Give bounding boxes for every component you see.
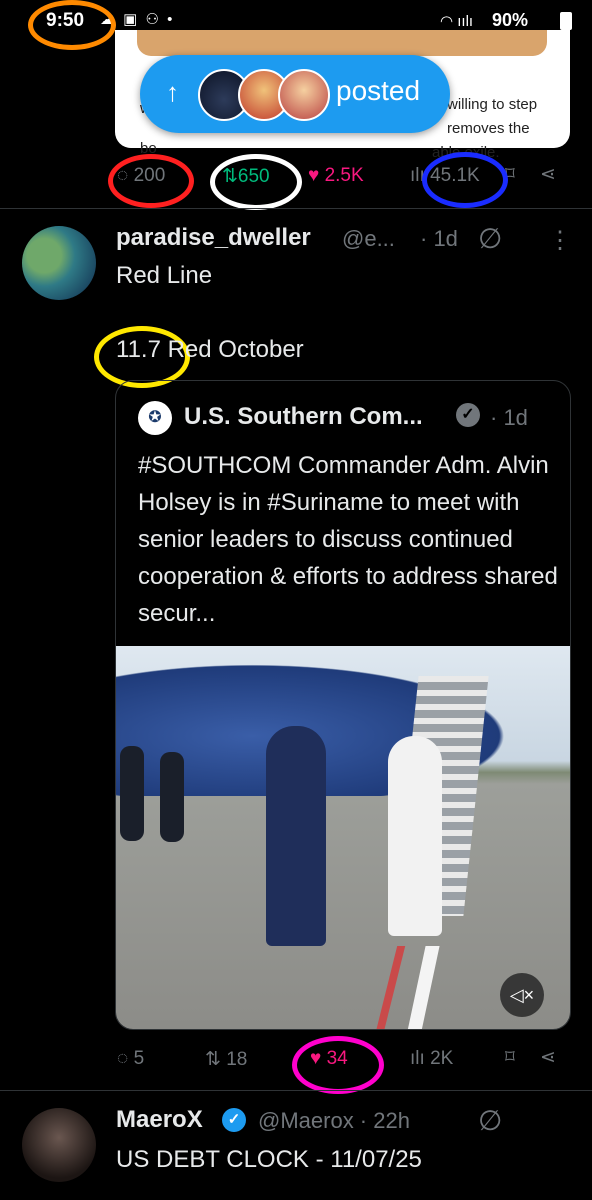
post-text: Red Line [116, 262, 213, 289]
author-name[interactable]: MaeroX [116, 1106, 203, 1134]
verified-badge-icon: ✓ [456, 403, 480, 427]
repost-button[interactable]: ⇅ 18 [205, 1048, 247, 1071]
quoted-post-text: #SOUTHCOM Commander Adm. Alvin Holsey is… [138, 452, 558, 627]
runway-line [374, 946, 406, 1029]
pill-label: posted [336, 75, 421, 106]
repost-count: 18 [226, 1049, 248, 1070]
share-icon[interactable]: ⋖ [540, 163, 556, 186]
arrow-up-icon: ↑ [166, 77, 179, 107]
airplane-fuselage [116, 646, 570, 796]
like-button[interactable]: ♥ 2.5K [308, 165, 364, 187]
divider [0, 1090, 592, 1091]
share-icon[interactable]: ⋖ [540, 1046, 556, 1069]
person-figure [266, 726, 326, 946]
new-posts-pill[interactable]: ↑ posted [140, 55, 450, 133]
previous-post-text: removes the [447, 120, 530, 137]
battery-icon [560, 12, 572, 30]
views-count: 2K [430, 1048, 454, 1069]
post-actions: ◌ 5 ⇅ 18 ♥ 34 ılı 2K ⌑ ⋖ [0, 1040, 592, 1085]
divider [0, 208, 592, 209]
person-figure [120, 746, 144, 841]
avatar[interactable] [22, 1108, 96, 1182]
wifi-signal-icon: ◠ ıılı [440, 13, 474, 30]
mute-icon[interactable]: ◁× [500, 973, 544, 1017]
author-name[interactable]: paradise_dweller [116, 224, 311, 252]
post-text: US DEBT CLOCK - 11/07/25 [116, 1146, 422, 1173]
quoted-post-video[interactable]: ◁× [116, 646, 570, 1029]
quoted-post-card[interactable]: ✪ U.S. Southern Com... ✓ · 1d #SOUTHCOM … [115, 380, 571, 1030]
annotation-circle-time [28, 0, 116, 50]
previous-post-text: willing to step [447, 96, 538, 113]
runway-line [406, 946, 440, 1029]
bookmark-icon[interactable]: ⌑ [505, 1046, 515, 1069]
verified-badge-icon: ✓ [222, 1108, 246, 1132]
post-text: 11.7 Red October [116, 336, 304, 363]
avatar [278, 69, 330, 121]
battery-percent: 90% [492, 10, 529, 30]
reply-count: 5 [133, 1048, 145, 1069]
grok-icon[interactable]: ∅ [478, 1104, 502, 1137]
reply-button[interactable]: ◌ 5 [117, 1048, 144, 1070]
like-button[interactable]: ♥ 34 [310, 1048, 348, 1070]
quoted-post-time: · 1d [490, 405, 528, 430]
views-button[interactable]: ılı 2K [410, 1048, 453, 1070]
author-handle[interactable]: @e... [342, 226, 395, 252]
person-figure [160, 752, 184, 842]
like-count: 2.5K [324, 165, 364, 186]
annotation-circle-views [422, 152, 508, 208]
author-handle[interactable]: @Maerox · 22h [258, 1108, 410, 1134]
person-figure [388, 736, 442, 936]
quoted-author-name: U.S. Southern Com... [184, 403, 423, 430]
annotation-circle-replies [108, 154, 194, 208]
more-options-icon[interactable]: ⋮ [548, 226, 572, 255]
avatar[interactable] [22, 226, 96, 300]
annotation-circle-reposts [210, 154, 302, 210]
post-time: · 1d [420, 226, 458, 251]
grok-icon[interactable]: ∅ [478, 222, 502, 255]
avatar: ✪ [138, 401, 172, 435]
like-count: 34 [326, 1048, 348, 1069]
previous-post-image [137, 30, 547, 56]
